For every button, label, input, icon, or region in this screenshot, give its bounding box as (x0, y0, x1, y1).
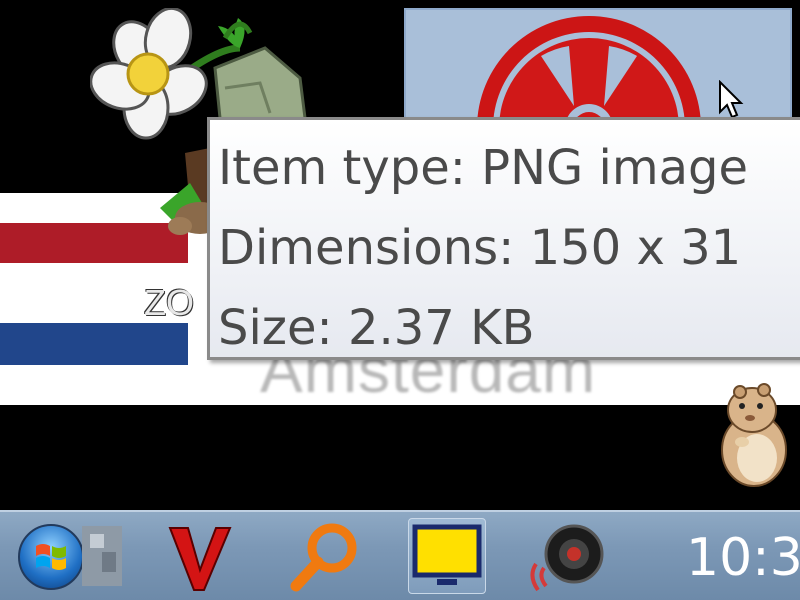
volume-button[interactable] (528, 518, 608, 594)
partial-label: ZO (144, 282, 194, 323)
screen-icon (412, 524, 482, 585)
desktop: Amsterdam ZO Item type: PNG image Dimens… (0, 0, 800, 510)
v-icon (168, 527, 232, 591)
tooltip-item-type: Item type: PNG image (218, 140, 748, 196)
flag-blue-stripe (0, 323, 188, 365)
search-app-button[interactable] (284, 518, 364, 594)
tooltip: Item type: PNG image Dimensions: 150 x 3… (207, 117, 800, 360)
start-button[interactable] (18, 524, 84, 590)
pinned-app-button[interactable] (80, 518, 126, 594)
hamster-icon[interactable] (712, 380, 792, 494)
mouse-cursor-icon (719, 80, 744, 119)
start-orb-icon (36, 544, 66, 570)
tooltip-dimensions: Dimensions: 150 x 31 (218, 220, 742, 276)
v-app-button[interactable] (160, 518, 240, 594)
active-window-button[interactable] (408, 518, 486, 594)
magnifier-icon (290, 523, 357, 592)
tooltip-size: Size: 2.37 KB (218, 300, 535, 356)
system-clock[interactable]: 10:36 (686, 528, 800, 588)
speaker-icon (530, 524, 604, 592)
pixelated-app-icon (82, 526, 122, 586)
taskbar: 10:36 (0, 510, 800, 600)
